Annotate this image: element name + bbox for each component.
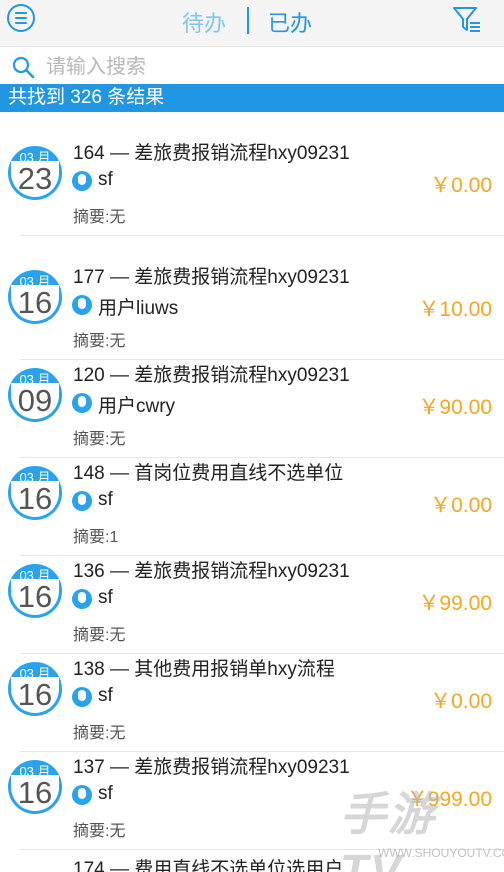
item-amount: ￥0.00 — [430, 174, 492, 197]
item-user: 用户liuws — [98, 298, 179, 319]
search-input[interactable] — [46, 53, 486, 81]
date-day: 16 — [17, 481, 53, 516]
date-day: 16 — [17, 285, 53, 320]
item-summary: 摘要:无 — [73, 725, 126, 742]
item-amount: ￥0.00 — [430, 494, 492, 517]
watermark: 手游TV WWW.SHOUYOUTV.COM — [340, 778, 504, 872]
date-badge: 03 月 16 — [8, 760, 62, 814]
tab-todo[interactable]: 待办 — [182, 6, 226, 38]
tab-divider — [247, 7, 249, 34]
date-day: 09 — [17, 383, 53, 418]
item-user: sf — [98, 587, 113, 608]
list-item[interactable]: 03 月 16 138 — 其他费用报销单hxy流程 sf 摘要:无 ￥0.00 — [0, 654, 504, 752]
item-title: 164 — 差旅费报销流程hxy09231 — [73, 143, 350, 164]
date-day: 16 — [17, 775, 53, 810]
item-amount: ￥90.00 — [418, 396, 492, 419]
watermark-url: WWW.SHOUYOUTV.COM — [378, 846, 504, 860]
date-badge: 03 月 23 — [8, 146, 62, 200]
filter-icon[interactable] — [451, 4, 483, 36]
user-icon — [72, 393, 92, 413]
item-summary: 摘要:无 — [73, 627, 126, 644]
item-title: 138 — 其他费用报销单hxy流程 — [73, 659, 335, 680]
item-user: sf — [98, 783, 113, 804]
user-icon — [72, 687, 92, 707]
list-item[interactable]: 03 月 09 120 — 差旅费报销流程hxy09231 用户cwry 摘要:无 ￥90… — [0, 360, 504, 458]
result-count: 共找到 326 条结果 — [0, 84, 504, 112]
date-day: 23 — [17, 161, 53, 196]
item-amount: ￥0.00 — [430, 690, 492, 713]
list-item[interactable]: 03 月 23 164 — 差旅费报销流程hxy09231 sf 摘要:无 ￥0.00 — [0, 138, 504, 236]
item-summary: 摘要:无 — [73, 431, 126, 448]
item-summary: 摘要:1 — [73, 529, 119, 546]
item-title: 120 — 差旅费报销流程hxy09231 — [73, 365, 350, 386]
date-day: 16 — [17, 677, 53, 712]
top-bar: 待办 已办 — [0, 0, 504, 46]
item-user: 用户cwry — [98, 396, 176, 417]
date-badge: 03 月 16 — [8, 466, 62, 520]
item-summary: 摘要:无 — [73, 823, 126, 840]
date-day: 16 — [17, 579, 53, 614]
date-badge: 03 月 16 — [8, 662, 62, 716]
list-item[interactable]: 03 月 16 136 — 差旅费报销流程hxy09231 sf 摘要:无 ￥99.00 — [0, 556, 504, 654]
user-icon — [72, 491, 92, 511]
user-icon — [72, 785, 92, 805]
menu-icon[interactable] — [7, 4, 35, 32]
item-summary: 摘要:无 — [73, 209, 126, 226]
item-title: 136 — 差旅费报销流程hxy09231 — [73, 561, 350, 582]
date-badge: 03 月 16 — [8, 270, 62, 324]
tab-done[interactable]: 已办 — [268, 6, 312, 38]
list-item[interactable]: 03 月 16 177 — 差旅费报销流程hxy09231 用户liuws 摘要:无 ￥1… — [0, 262, 504, 360]
item-user: sf — [98, 169, 113, 190]
divider — [20, 235, 504, 236]
item-amount: ￥10.00 — [418, 298, 492, 321]
list-item-title-partial[interactable]: 174 — 费用直线不选单位选用户 — [73, 854, 343, 872]
date-badge: 03 月 09 — [8, 368, 62, 422]
item-title: 177 — 差旅费报销流程hxy09231 — [73, 267, 350, 288]
search-icon — [12, 56, 35, 79]
item-title: 148 — 首岗位费用直线不选单位 — [73, 463, 344, 484]
user-icon — [72, 589, 92, 609]
user-icon — [72, 295, 92, 315]
item-amount: ￥99.00 — [418, 592, 492, 615]
item-title: 137 — 差旅费报销流程hxy09231 — [73, 757, 350, 778]
item-user: sf — [98, 489, 113, 510]
item-summary: 摘要:无 — [73, 333, 126, 350]
user-icon — [72, 171, 92, 191]
search-bar — [0, 46, 504, 84]
date-badge: 03 月 16 — [8, 564, 62, 618]
list-item[interactable]: 03 月 16 148 — 首岗位费用直线不选单位 sf 摘要:1 ￥0.00 — [0, 458, 504, 556]
item-user: sf — [98, 685, 113, 706]
